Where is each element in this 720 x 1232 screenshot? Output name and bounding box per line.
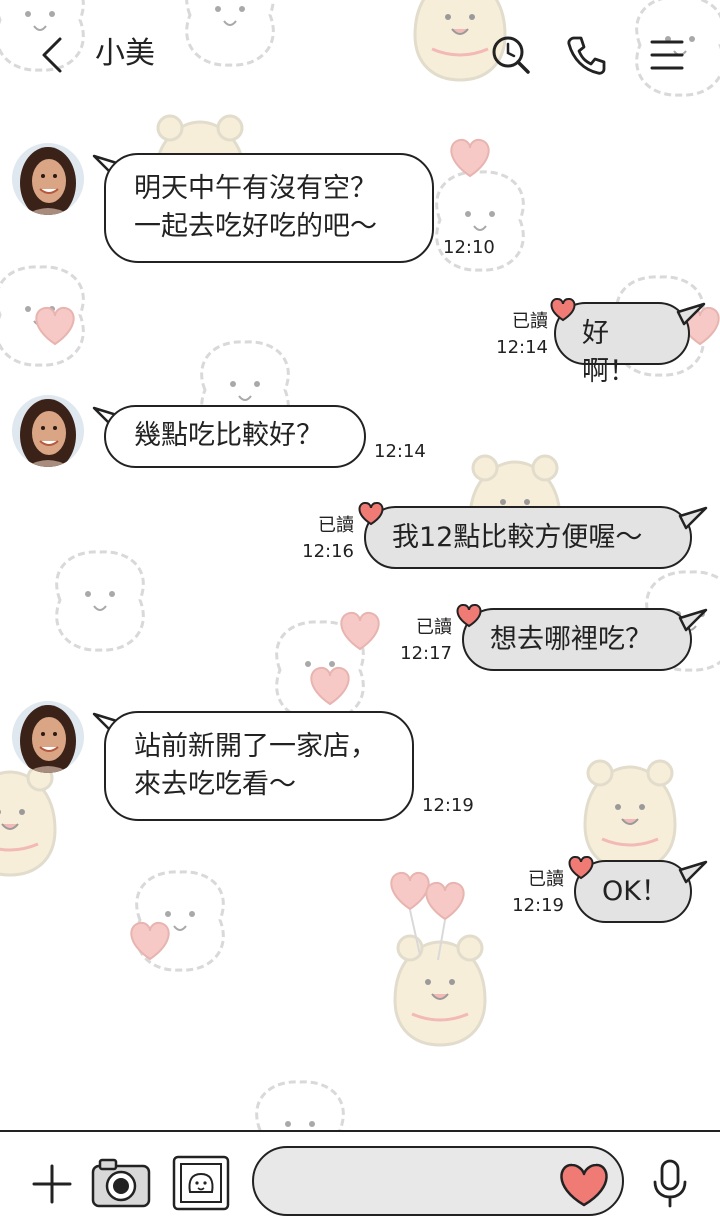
message-bubble-outgoing[interactable]: 想去哪裡吃？ — [462, 608, 692, 671]
chat-title[interactable]: 小美 — [95, 34, 155, 74]
bubble-tail — [678, 860, 708, 884]
message-time: 12:14 — [374, 441, 426, 462]
read-receipt: 已讀 — [318, 515, 354, 536]
photo-icon[interactable] — [170, 1152, 232, 1214]
chat-header: 小美 — [0, 0, 720, 110]
message-list[interactable]: 明天中午有沒有空？ 一起去吃好吃的吧～ 12:10 已讀 12:14 好啊！ 幾… — [0, 0, 720, 1130]
heart-emoji-icon[interactable] — [558, 1162, 610, 1208]
avatar[interactable] — [12, 701, 84, 773]
heart-badge-icon — [550, 298, 576, 322]
message-meta: 已讀 12:17 — [398, 615, 452, 667]
message-time: 12:14 — [496, 337, 548, 358]
microphone-icon[interactable] — [648, 1158, 692, 1210]
message-meta: 已讀 12:19 — [510, 867, 564, 919]
message-meta: 已讀 12:16 — [300, 513, 354, 565]
message-time: 12:10 — [443, 237, 495, 258]
read-receipt: 已讀 — [512, 311, 548, 332]
heart-badge-icon — [456, 604, 482, 628]
message-bubble-incoming[interactable]: 明天中午有沒有空？ 一起去吃好吃的吧～ — [104, 153, 434, 263]
camera-icon[interactable] — [90, 1152, 152, 1212]
message-time: 12:16 — [302, 541, 354, 562]
avatar[interactable] — [12, 395, 84, 467]
message-bubble-incoming[interactable]: 站前新開了一家店， 來去吃吃看～ — [104, 711, 414, 821]
bubble-tail — [678, 608, 708, 632]
message-time: 12:19 — [422, 795, 474, 816]
read-receipt: 已讀 — [416, 617, 452, 638]
search-history-icon[interactable] — [488, 32, 534, 78]
read-receipt: 已讀 — [528, 869, 564, 890]
avatar[interactable] — [12, 143, 84, 215]
menu-icon[interactable] — [644, 32, 690, 78]
avatar-photo — [12, 395, 84, 467]
bubble-tail — [678, 506, 708, 530]
bubble-tail — [676, 302, 706, 326]
avatar-photo — [12, 701, 84, 773]
back-chevron-icon[interactable] — [34, 33, 74, 77]
message-bubble-incoming[interactable]: 幾點吃比較好？ — [104, 405, 366, 468]
message-time: 12:19 — [512, 895, 564, 916]
message-bubble-outgoing[interactable]: 我12點比較方便喔～ — [364, 506, 692, 569]
message-meta: 已讀 12:14 — [494, 309, 548, 361]
avatar-photo — [12, 143, 84, 215]
heart-badge-icon — [568, 856, 594, 880]
phone-icon[interactable] — [564, 32, 610, 78]
heart-badge-icon — [358, 502, 384, 526]
input-bar — [0, 1130, 720, 1232]
message-time: 12:17 — [400, 643, 452, 664]
plus-icon[interactable] — [30, 1162, 74, 1206]
